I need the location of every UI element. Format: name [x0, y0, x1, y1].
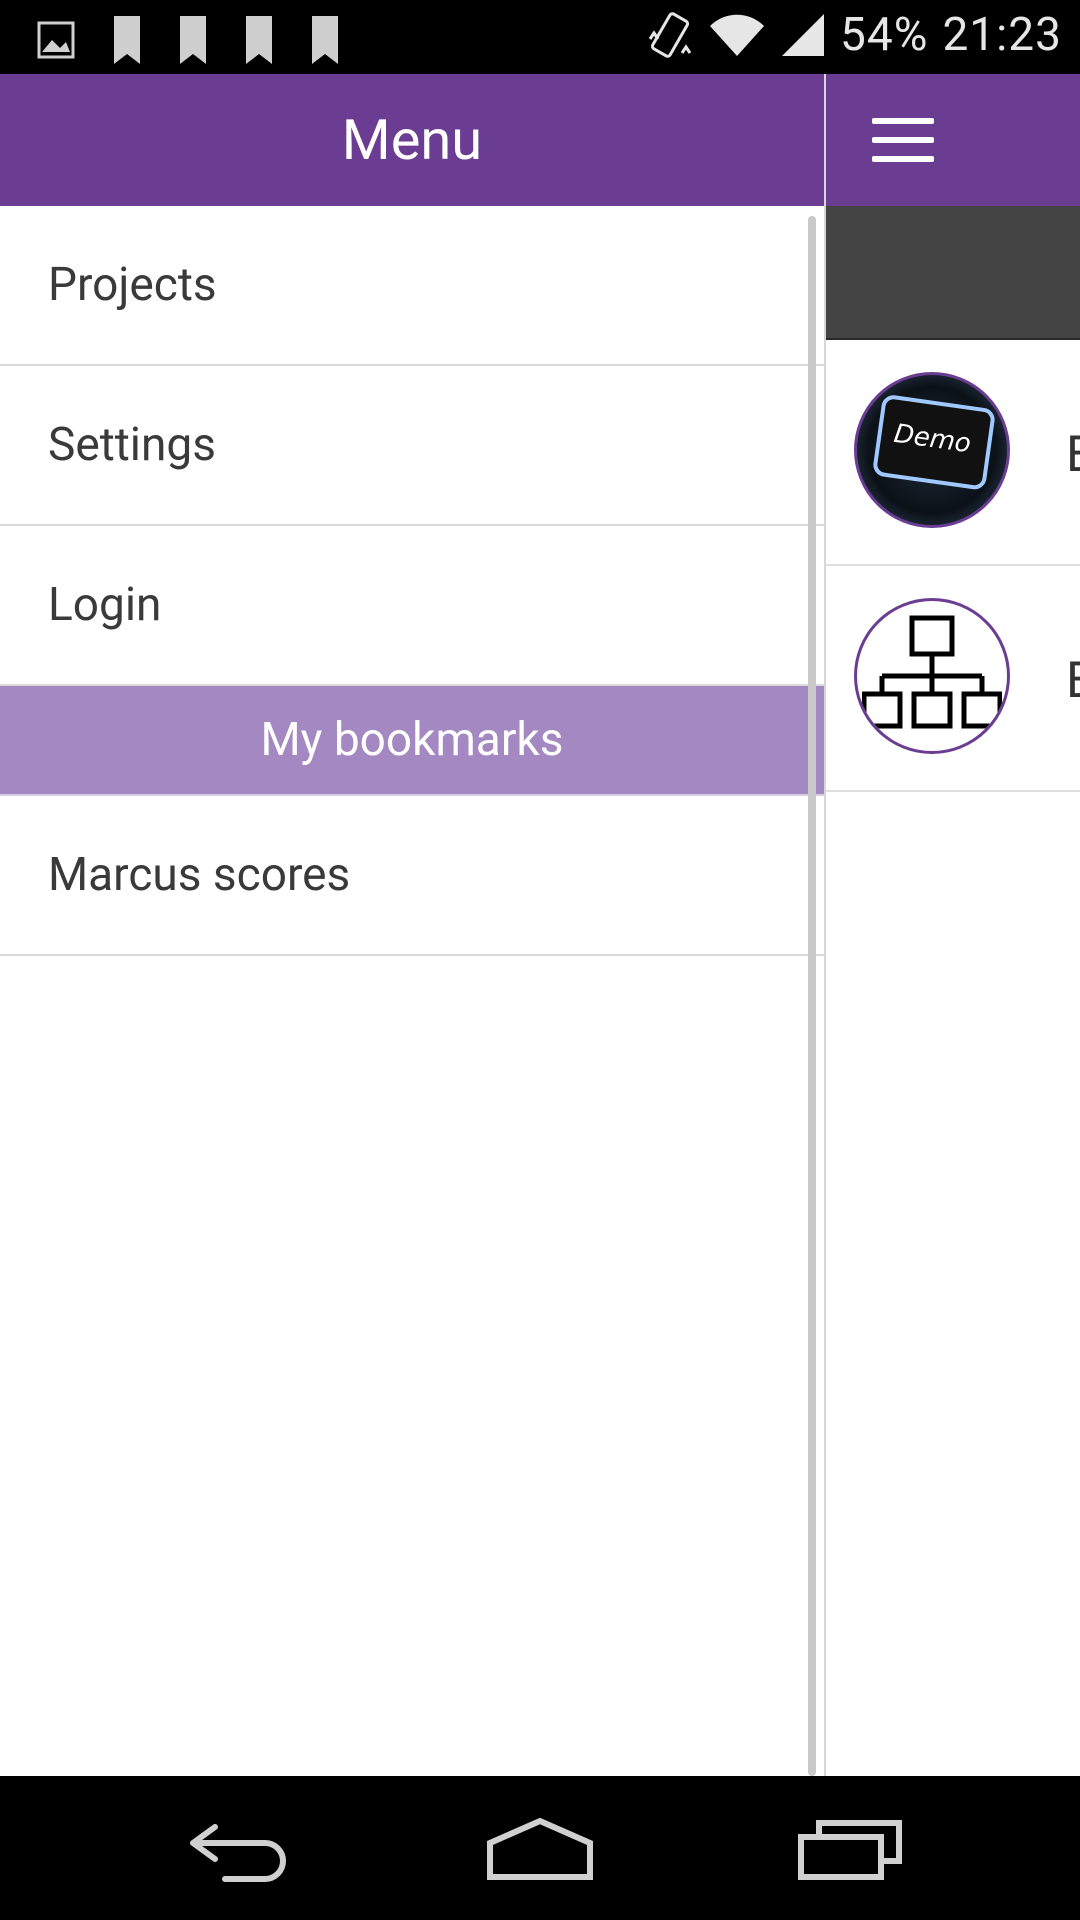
section-header-bookmarks: My bookmarks	[0, 686, 824, 796]
system-navigation-bar	[0, 1776, 1080, 1920]
bookmark-item-marcus-scores[interactable]: Marcus scores	[0, 796, 824, 956]
menu-item-settings[interactable]: Settings	[0, 366, 824, 526]
drawer-scrollbar[interactable]	[808, 216, 816, 1776]
bookmark-icon	[180, 16, 206, 64]
drawer-menu: Projects Settings Login My bookmarks Mar…	[0, 206, 824, 956]
wifi-icon	[710, 14, 765, 56]
clock: 21:23	[942, 8, 1062, 62]
notification-icons	[36, 14, 340, 66]
list-item[interactable]: Demo E	[824, 340, 1080, 566]
org-chart-icon	[862, 615, 1002, 729]
list-item-title: E	[1066, 426, 1080, 484]
recents-button[interactable]	[790, 1806, 910, 1890]
list-item-title: E	[1066, 652, 1080, 710]
sub-toolbar	[824, 206, 1080, 340]
hamburger-menu-icon[interactable]	[872, 118, 934, 162]
back-icon	[190, 1824, 286, 1882]
list-item[interactable]: E	[824, 566, 1080, 792]
home-icon	[487, 1817, 593, 1880]
project-list: Demo E E	[824, 340, 1080, 792]
back-button[interactable]	[180, 1806, 300, 1890]
navigation-drawer: Menu Projects Settings Login My bookmark…	[0, 74, 826, 1776]
demo-key-icon: Demo	[873, 395, 995, 490]
vibrate-icon	[648, 12, 692, 58]
app-bar	[824, 74, 1080, 206]
demo-thumbnail: Demo	[854, 372, 1010, 528]
menu-item-login[interactable]: Login	[0, 526, 824, 686]
drawer-title: Menu	[0, 74, 824, 206]
recents-icon	[798, 1820, 902, 1880]
menu-item-projects[interactable]: Projects	[0, 206, 824, 366]
bookmark-icon	[246, 16, 272, 64]
signal-icon	[782, 14, 825, 56]
bookmark-icon	[114, 16, 140, 64]
status-bar: 54% 21:23	[0, 0, 1080, 74]
org-chart-thumbnail	[854, 598, 1010, 754]
system-status: 54% 21:23	[646, 8, 1062, 62]
bookmark-icon	[312, 16, 338, 64]
image-icon	[37, 21, 75, 59]
battery-level: 54%	[840, 8, 929, 62]
home-button[interactable]	[480, 1806, 600, 1890]
